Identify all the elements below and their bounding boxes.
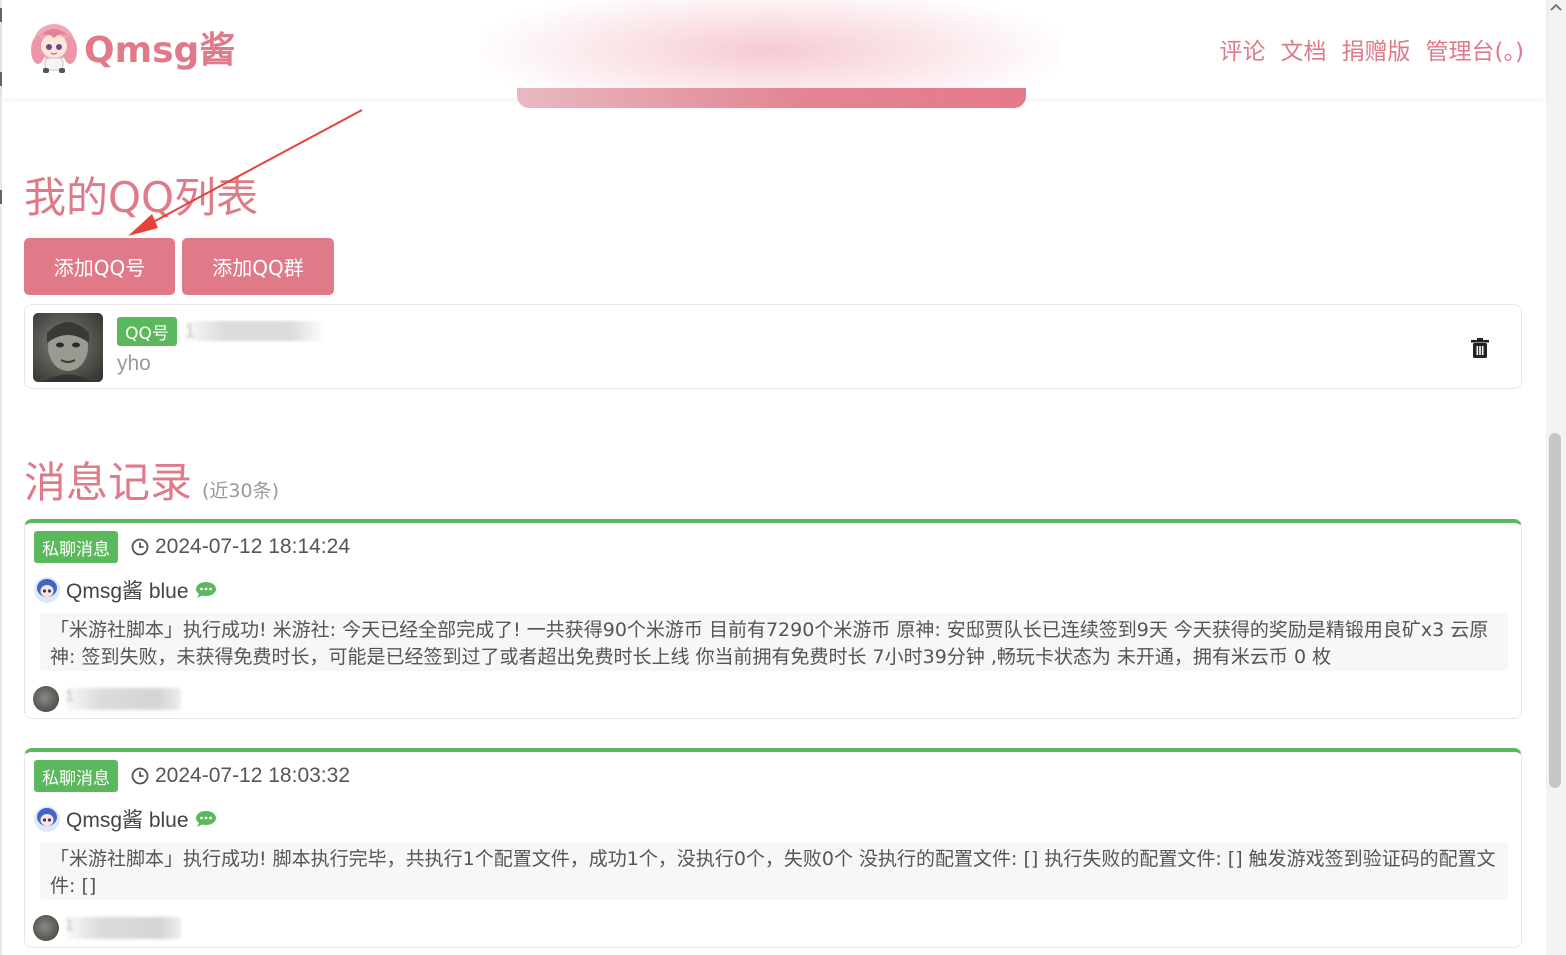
clock-icon bbox=[131, 538, 149, 556]
nav-link-docs[interactable]: 文档 bbox=[1281, 32, 1327, 66]
qq-nickname: yho bbox=[117, 352, 151, 375]
window-left-edge bbox=[0, 0, 2, 955]
brand[interactable]: Qmsg酱 bbox=[28, 20, 235, 74]
message-time-text: 2024-07-12 18:14:24 bbox=[155, 535, 350, 558]
scroll-up-arrow-icon[interactable] bbox=[1549, 2, 1563, 12]
recipient-id-redacted: 1 bbox=[65, 688, 181, 710]
message-sender: Qmsg酱 blue bbox=[34, 804, 217, 834]
clock-icon bbox=[131, 767, 149, 785]
recipient-avatar bbox=[33, 915, 59, 941]
message-log-subtitle: (近30条) bbox=[202, 480, 280, 502]
message-time-text: 2024-07-12 18:03:32 bbox=[155, 764, 350, 787]
sender-name: Qmsg酱 blue bbox=[66, 809, 189, 832]
message-time: 2024-07-12 18:14:24 bbox=[131, 535, 350, 559]
qq-avatar bbox=[33, 313, 103, 382]
scrollbar-thumb[interactable] bbox=[1549, 433, 1561, 788]
message-body: 「米游社脚本」执行成功! 米游社: 今天已经全部完成了! 一共获得90个米游币 … bbox=[40, 613, 1508, 671]
nav-link-console[interactable]: 管理台(。) bbox=[1426, 32, 1524, 66]
qq-type-tag: QQ号 bbox=[117, 317, 177, 346]
top-navbar: Qmsg酱 评论 文档 捐赠版 管理台(。) bbox=[2, 0, 1546, 98]
arrow-annotation-icon bbox=[128, 109, 363, 236]
blurred-banner-bar bbox=[517, 88, 1026, 108]
recipient-id-redacted: 1 bbox=[65, 917, 181, 939]
recipient-avatar bbox=[33, 686, 59, 712]
private-message-tag: 私聊消息 bbox=[34, 531, 118, 563]
edge-mark bbox=[0, 190, 2, 204]
message-recipient: 1 bbox=[33, 915, 181, 941]
nav-link-comments[interactable]: 评论 bbox=[1220, 32, 1266, 66]
message-sender: Qmsg酱 blue bbox=[34, 575, 217, 605]
chat-bubble-icon bbox=[195, 811, 216, 827]
message-card: 私聊消息 2024-07-12 18:03:32 Qmsg酱 blue 「米游社… bbox=[24, 748, 1522, 948]
main-nav: 评论 文档 捐赠版 管理台(。) bbox=[1205, 32, 1524, 66]
qq-account-card: QQ号 1 yho bbox=[24, 304, 1522, 389]
mascot-logo-icon bbox=[31, 24, 77, 73]
brand-name: Qmsg酱 bbox=[84, 30, 236, 71]
message-body: 「米游社脚本」执行成功! 脚本执行完毕，共执行1个配置文件，成功1个，没执行0个… bbox=[40, 842, 1508, 900]
sender-avatar bbox=[34, 806, 60, 832]
sender-avatar bbox=[34, 577, 60, 603]
chat-bubble-icon bbox=[195, 582, 216, 598]
nav-link-donate[interactable]: 捐赠版 bbox=[1342, 32, 1411, 66]
trash-icon[interactable] bbox=[1469, 337, 1491, 359]
message-log-title: 消息记录 bbox=[24, 458, 193, 507]
message-recipient: 1 bbox=[33, 686, 181, 712]
message-log-heading: 消息记录 (近30条) bbox=[24, 449, 279, 510]
message-time: 2024-07-12 18:03:32 bbox=[131, 764, 350, 788]
sender-name: Qmsg酱 blue bbox=[66, 580, 189, 603]
private-message-tag: 私聊消息 bbox=[34, 760, 118, 792]
qq-number-redacted: 1 bbox=[185, 321, 323, 341]
message-card: 私聊消息 2024-07-12 18:14:24 Qmsg酱 blue 「米游社… bbox=[24, 519, 1522, 719]
